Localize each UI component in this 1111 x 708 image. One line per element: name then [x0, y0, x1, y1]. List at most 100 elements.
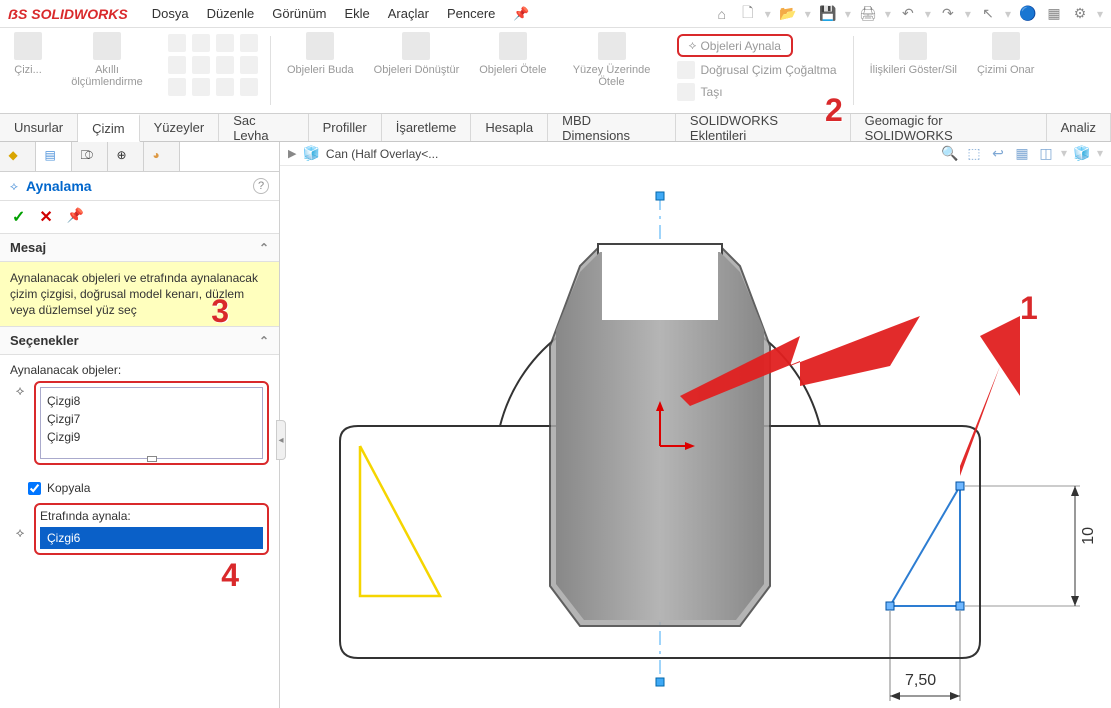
menu-edit[interactable]: Düzenle: [207, 6, 255, 22]
ribbon-trim-button[interactable]: Objeleri Buda: [281, 32, 360, 109]
model-window-fill: [602, 248, 718, 320]
view-orient-icon[interactable]: ◫: [1037, 144, 1055, 162]
resize-handle-icon[interactable]: [147, 456, 157, 462]
arc-icon[interactable]: [192, 34, 210, 52]
point-icon[interactable]: [240, 56, 258, 74]
tab-features[interactable]: Unsurlar: [0, 114, 78, 141]
tab-profiles[interactable]: Profiller: [309, 114, 382, 141]
ribbon-move-label[interactable]: Taşı: [701, 85, 723, 99]
save-icon[interactable]: 💾: [819, 5, 837, 23]
redo-icon[interactable]: ↷: [939, 5, 957, 23]
panel-collapse-handle[interactable]: ◂: [276, 420, 286, 460]
ribbon-linearpattern-label[interactable]: Doğrusal Çizim Çoğaltma: [701, 63, 837, 77]
tab-markup[interactable]: İşaretleme: [382, 114, 472, 141]
graphics-viewport[interactable]: ▶ 🧊 Can (Half Overlay<... 🔍 ⬚ ↩ ▦ ◫ ▾ 🧊 …: [280, 142, 1111, 708]
linear-pattern-icon[interactable]: [677, 61, 695, 79]
new-icon[interactable]: 🗋: [739, 5, 757, 23]
tab-surfaces[interactable]: Yüzeyler: [140, 114, 220, 141]
dimension-value[interactable]: 10: [1080, 527, 1098, 545]
part-name[interactable]: Can (Half Overlay<...: [326, 147, 438, 161]
sketch-endpoint[interactable]: [886, 602, 894, 610]
prev-view-icon[interactable]: ↩: [989, 144, 1007, 162]
menu-pin-icon[interactable]: 📌: [513, 6, 529, 22]
menu-view[interactable]: Görünüm: [272, 6, 326, 22]
tab-analysis[interactable]: Analiz: [1047, 114, 1111, 141]
ribbon-convert-button[interactable]: Objeleri Dönüştür: [368, 32, 466, 109]
undo-icon[interactable]: ↶: [899, 5, 917, 23]
entity-item[interactable]: Çizgi8: [47, 392, 256, 410]
options-icon[interactable]: ▦: [1045, 5, 1063, 23]
message-section-header[interactable]: Mesaj ⌃: [0, 234, 279, 262]
slot-icon[interactable]: [192, 56, 210, 74]
panel-tab-dimxpert[interactable]: ⊕: [108, 142, 144, 171]
home-icon[interactable]: ⌂: [713, 5, 731, 23]
text-icon[interactable]: [192, 78, 210, 96]
source-sketch-triangle[interactable]: [890, 486, 960, 606]
mirror-about-box: Etrafında aynala: Çizgi6: [34, 503, 269, 555]
entity-item[interactable]: Çizgi7: [47, 410, 256, 428]
print-icon[interactable]: 🖨: [859, 5, 877, 23]
main-area: ◆ ▤ ⎄ ⊕ ◕ ⟡ Aynalama ? ✓ ✕ 📌 Mesaj ⌃ Ayn…: [0, 142, 1111, 708]
panel-tab-appearance[interactable]: ◕: [144, 142, 180, 171]
copy-checkbox[interactable]: [28, 482, 41, 495]
display-style-icon[interactable]: 🧊: [1073, 144, 1091, 162]
tab-sheetmetal[interactable]: Sac Levha: [219, 114, 308, 141]
options-section-header[interactable]: Seçenekler ⌃: [0, 327, 279, 355]
ribbon-relations-button[interactable]: İlişkileri Göster/Sil: [864, 32, 963, 109]
panel-tab-feature-tree[interactable]: ◆: [0, 142, 36, 171]
select-icon[interactable]: ↖: [979, 5, 997, 23]
ribbon-repair-button[interactable]: Çizimi Onar: [971, 32, 1040, 109]
entities-selection-box: Çizgi8 Çizgi7 Çizgi9: [34, 381, 269, 465]
menu-file[interactable]: Dosya: [152, 6, 189, 22]
move-icon[interactable]: [677, 83, 695, 101]
entities-list[interactable]: Çizgi8 Çizgi7 Çizgi9: [40, 387, 263, 459]
menu-insert[interactable]: Ekle: [344, 6, 369, 22]
line-icon[interactable]: [168, 34, 186, 52]
tab-geomagic[interactable]: Geomagic for SOLIDWORKS: [851, 114, 1047, 141]
flyout-arrow-icon[interactable]: ▶: [288, 147, 296, 160]
ribbon-surface-offset-button[interactable]: Yüzey Üzerinde Ötele: [561, 32, 663, 109]
centerline-endpoint[interactable]: [656, 678, 664, 686]
sketch-endpoint[interactable]: [956, 602, 964, 610]
ok-button[interactable]: ✓: [12, 207, 25, 227]
fillet-icon[interactable]: [216, 78, 234, 96]
logo-ds-icon: ẞS: [8, 6, 31, 22]
rebuild-icon[interactable]: 🔵: [1019, 5, 1037, 23]
help-icon[interactable]: ?: [253, 178, 269, 194]
zoom-area-icon[interactable]: ⬚: [965, 144, 983, 162]
tab-evaluate[interactable]: Hesapla: [471, 114, 548, 141]
spline-icon[interactable]: [240, 34, 258, 52]
annotation-3: 3: [211, 293, 229, 330]
ribbon-repair-label: Çizimi Onar: [977, 64, 1034, 76]
plane-icon[interactable]: [240, 78, 258, 96]
mirror-about-selection[interactable]: Çizgi6: [40, 527, 263, 549]
ribbon-mirror-button[interactable]: ⟡Objeleri Aynala: [677, 34, 793, 57]
circle-icon[interactable]: [216, 34, 234, 52]
polygon-icon[interactable]: [168, 78, 186, 96]
app-name: SOLIDWORKS: [31, 6, 127, 22]
tab-sketch[interactable]: Çizim: [78, 114, 140, 142]
tab-mbd[interactable]: MBD Dimensions: [548, 114, 676, 141]
entity-item[interactable]: Çizgi9: [47, 428, 256, 446]
ellipse-icon[interactable]: [216, 56, 234, 74]
menu-window[interactable]: Pencere: [447, 6, 495, 22]
settings-icon[interactable]: ⚙: [1071, 5, 1089, 23]
section-icon[interactable]: ▦: [1013, 144, 1031, 162]
annotation-arrow-icon: [960, 316, 1020, 476]
centerline-endpoint[interactable]: [656, 192, 664, 200]
ribbon-offset-button[interactable]: Objeleri Ötele: [473, 32, 552, 109]
copy-checkbox-row[interactable]: Kopyala: [28, 481, 269, 495]
sketch-endpoint[interactable]: [956, 482, 964, 490]
open-icon[interactable]: 📂: [779, 5, 797, 23]
rect-icon[interactable]: [168, 56, 186, 74]
panel-tab-property-manager[interactable]: ▤: [36, 142, 72, 171]
menu-tools[interactable]: Araçlar: [388, 6, 429, 22]
zoom-fit-icon[interactable]: 🔍: [941, 144, 959, 162]
panel-tab-config[interactable]: ⎄: [72, 142, 108, 171]
cancel-button[interactable]: ✕: [39, 207, 52, 227]
pushpin-icon[interactable]: 📌: [67, 207, 84, 227]
mirror-icon: ⟡: [689, 38, 697, 53]
ribbon-smartdim-button[interactable]: Akıllı ölçümlendirme: [56, 32, 158, 109]
dimension-value[interactable]: 7,50: [905, 672, 936, 690]
ribbon-sketch-button[interactable]: Çizi...: [8, 32, 48, 109]
